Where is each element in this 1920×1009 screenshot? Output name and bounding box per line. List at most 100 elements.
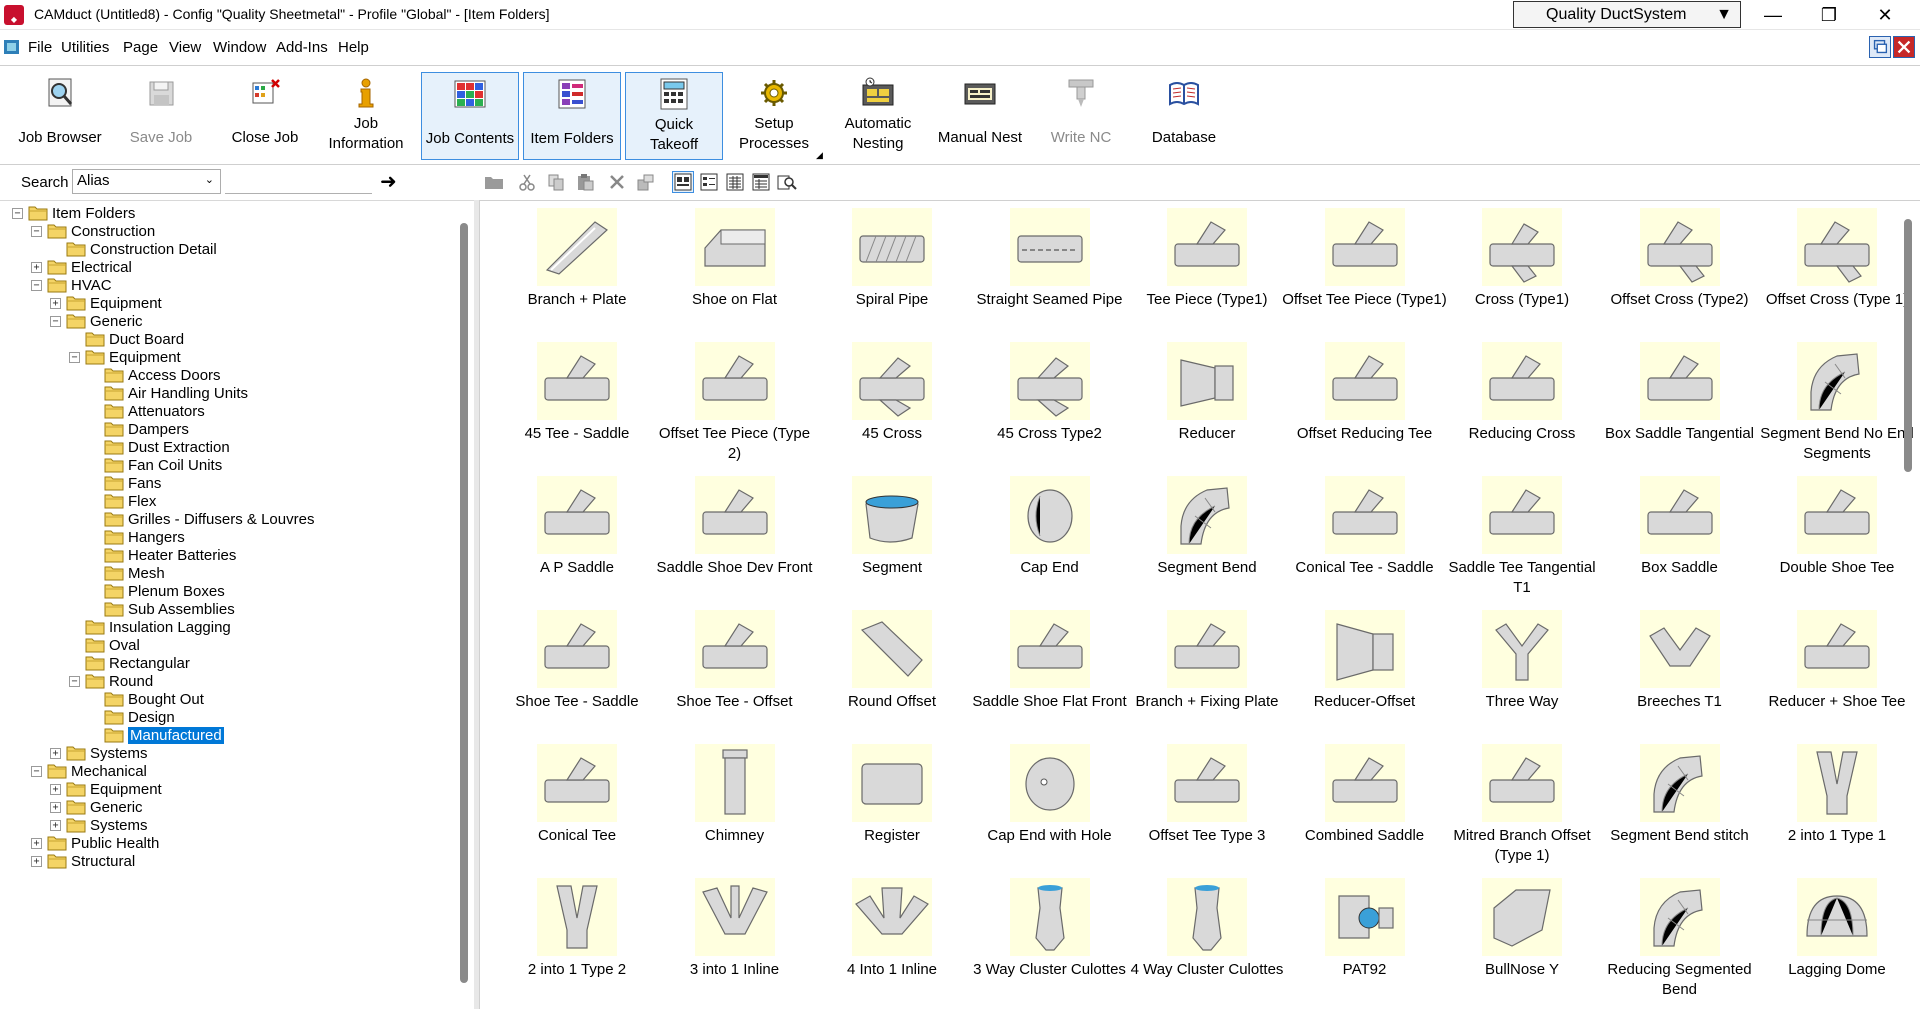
job-information-button[interactable]: Job Information — [320, 72, 412, 160]
item-tile[interactable]: Mitred Branch Offset (Type 1) — [1439, 740, 1591, 868]
item-tile[interactable]: Shoe Tee - Saddle — [494, 606, 644, 734]
search-go-icon[interactable]: ➜ — [380, 169, 397, 194]
write-nc-button[interactable]: Write NC — [1036, 72, 1126, 160]
collapse-icon[interactable]: − — [69, 351, 80, 363]
item-tile[interactable]: Conical Tee - Saddle — [1282, 472, 1434, 600]
quick-takeoff-button[interactable]: Quick Takeoff — [625, 72, 723, 160]
item-tile[interactable]: Cap End with Hole — [967, 740, 1117, 868]
job-browser-button[interactable]: Job Browser — [14, 72, 106, 160]
menu-add-ins[interactable]: Add-Ins — [276, 39, 328, 56]
item-tile[interactable]: 45 Tee - Saddle — [494, 338, 644, 466]
item-tile[interactable]: Offset Reducing Tee — [1282, 338, 1432, 466]
item-tile[interactable]: Offset Tee Piece (Type 2) — [652, 338, 810, 466]
search-parts-icon[interactable] — [776, 171, 798, 193]
item-tile[interactable]: Tee Piece (Type1) — [1124, 204, 1274, 332]
close-window-button[interactable]: ✕ — [1862, 0, 1908, 30]
menu-window[interactable]: Window — [213, 39, 266, 56]
delete-icon[interactable] — [606, 171, 628, 193]
item-tile[interactable]: Segment — [809, 472, 959, 600]
details-view-icon[interactable] — [750, 171, 772, 193]
item-tile[interactable]: Saddle Tee Tangential T1 — [1439, 472, 1596, 600]
grid-scrollbar-thumb[interactable] — [1904, 219, 1912, 472]
collapse-icon[interactable]: − — [31, 279, 42, 291]
item-tile[interactable]: Offset Tee Type 3 — [1124, 740, 1274, 868]
item-tile[interactable]: Offset Cross (Type2) — [1597, 204, 1749, 332]
item-tile[interactable]: Segment Bend — [1124, 472, 1274, 600]
automatic-nesting-button[interactable]: Automatic Nesting — [830, 72, 926, 160]
menu-utilities[interactable]: Utilities — [61, 39, 109, 56]
item-tile[interactable]: Three Way — [1439, 606, 1589, 734]
expand-icon[interactable]: + — [50, 297, 61, 309]
item-tile[interactable]: Round Offset — [809, 606, 959, 734]
expand-icon[interactable]: + — [50, 783, 61, 795]
new-folder-icon[interactable] — [483, 171, 505, 193]
expand-icon[interactable]: + — [50, 747, 61, 759]
item-tile[interactable]: Saddle Shoe Flat Front — [967, 606, 1127, 734]
expand-icon[interactable]: + — [50, 801, 61, 813]
document-menu-icon[interactable] — [3, 38, 21, 56]
item-tile[interactable]: Straight Seamed Pipe — [967, 204, 1122, 332]
menu-help[interactable]: Help — [338, 39, 369, 56]
item-tile[interactable]: Segment Bend stitch — [1597, 740, 1749, 868]
job-contents-button[interactable]: Job Contents — [421, 72, 519, 160]
small-icons-view-icon[interactable] — [698, 171, 720, 193]
item-tile[interactable]: 2 into 1 Type 1 — [1754, 740, 1904, 868]
item-tile[interactable]: Branch + Fixing Plate — [1124, 606, 1279, 734]
large-icons-view-icon[interactable] — [672, 171, 694, 193]
item-tile[interactable]: A P Saddle — [494, 472, 644, 600]
item-tile[interactable]: 4 Way Cluster Culottes — [1124, 874, 1283, 1002]
item-tile[interactable]: Shoe on Flat — [652, 204, 802, 332]
close-child-icon[interactable] — [1893, 36, 1915, 58]
properties-icon[interactable] — [634, 171, 656, 193]
item-tile[interactable]: Segment Bend No End Segments — [1754, 338, 1914, 466]
item-tile[interactable]: Conical Tee — [494, 740, 644, 868]
list-view-icon[interactable] — [724, 171, 746, 193]
setup-processes-button[interactable]: Setup Processes — [728, 72, 820, 160]
cut-icon[interactable] — [516, 171, 538, 193]
item-tile[interactable]: Box Saddle — [1597, 472, 1747, 600]
item-tile[interactable]: 45 Cross Type2 — [967, 338, 1117, 466]
expand-icon[interactable]: + — [31, 837, 42, 849]
tree-scrollbar-thumb[interactable] — [460, 223, 468, 983]
database-button[interactable]: Database — [1138, 72, 1230, 160]
item-tile[interactable]: Reducer — [1124, 338, 1274, 466]
collapse-icon[interactable]: − — [50, 315, 61, 327]
collapse-icon[interactable]: − — [31, 225, 42, 237]
menu-file[interactable]: File — [28, 39, 52, 56]
item-tile[interactable]: BullNose Y — [1439, 874, 1589, 1002]
item-tile[interactable]: Box Saddle Tangential — [1597, 338, 1754, 466]
menu-view[interactable]: View — [169, 39, 201, 56]
expand-icon[interactable]: + — [50, 819, 61, 831]
item-tile[interactable]: Reducing Cross — [1439, 338, 1589, 466]
item-tile[interactable]: PAT92 — [1282, 874, 1432, 1002]
item-tile[interactable]: Breeches T1 — [1597, 606, 1747, 734]
paste-icon[interactable] — [574, 171, 596, 193]
item-tile[interactable]: Saddle Shoe Dev Front — [652, 472, 812, 600]
copy-icon[interactable] — [545, 171, 567, 193]
search-field-select[interactable]: Alias ⌄ — [72, 169, 221, 194]
item-folders-button[interactable]: Item Folders — [523, 72, 621, 160]
item-tile[interactable]: Spiral Pipe — [809, 204, 959, 332]
close-job-button[interactable]: Close Job — [222, 72, 308, 160]
item-tile[interactable]: Branch + Plate — [494, 204, 644, 332]
item-tile[interactable]: 2 into 1 Type 2 — [494, 874, 644, 1002]
item-tile[interactable]: Reducer-Offset — [1282, 606, 1432, 734]
item-tile[interactable]: 45 Cross — [809, 338, 959, 466]
item-tile[interactable]: 3 Way Cluster Culottes — [967, 874, 1126, 1002]
item-tile[interactable]: 4 Into 1 Inline — [809, 874, 959, 1002]
save-job-button[interactable]: Save Job — [118, 72, 204, 160]
manual-nest-button[interactable]: Manual Nest — [932, 72, 1028, 160]
expand-icon[interactable]: + — [31, 261, 42, 273]
expand-icon[interactable]: + — [31, 855, 42, 867]
item-tile[interactable]: Reducing Segmented Bend — [1597, 874, 1752, 1002]
item-tile[interactable]: Chimney — [652, 740, 802, 868]
maximize-button[interactable]: ❐ — [1806, 0, 1852, 30]
dropdown-arrow-icon[interactable]: ◢ — [816, 150, 823, 161]
item-tile[interactable]: Cross (Type1) — [1439, 204, 1589, 332]
restore-child-icon[interactable] — [1869, 36, 1891, 58]
item-tile[interactable]: Cap End — [967, 472, 1117, 600]
search-input[interactable] — [225, 169, 372, 194]
item-tile[interactable]: Register — [809, 740, 959, 868]
item-tile[interactable]: Reducer + Shoe Tee — [1754, 606, 1905, 734]
item-tile[interactable]: Double Shoe Tee — [1754, 472, 1904, 600]
